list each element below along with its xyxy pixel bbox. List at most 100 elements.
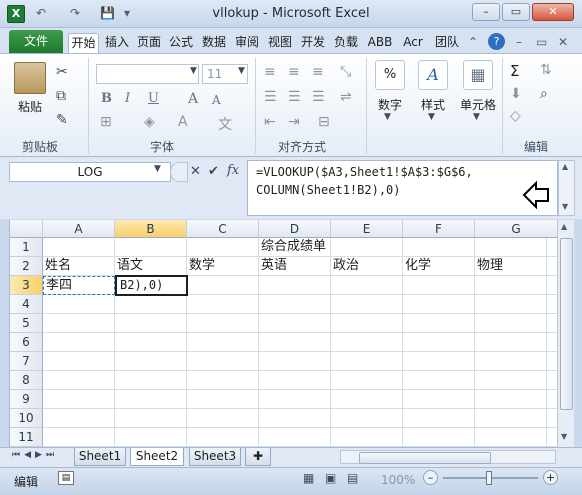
restore-button[interactable]: ▭ [502, 3, 530, 21]
scroll-thumb[interactable] [560, 238, 573, 410]
column-header-a[interactable]: A [43, 220, 115, 238]
cell-a2[interactable]: 姓名 [43, 257, 115, 276]
clear-icon[interactable]: ◇ [510, 108, 521, 124]
column-header-f[interactable]: F [403, 220, 475, 238]
scroll-up-icon[interactable]: ▲ [561, 222, 567, 231]
chevron-down-icon[interactable]: ▼ [473, 112, 480, 122]
sheet-nav-icon[interactable]: ⏮◀▶⏭ [12, 450, 58, 460]
sheet-tab-3[interactable]: Sheet3 [189, 448, 241, 466]
column-header-e[interactable]: E [331, 220, 403, 238]
cell-c2[interactable]: 数学 [187, 257, 259, 276]
zoom-in-button[interactable]: + [543, 470, 558, 485]
column-header-g[interactable]: G [475, 220, 557, 238]
increase-indent-icon[interactable]: ⇥ [288, 114, 300, 130]
doc-close-icon[interactable]: ✕ [558, 35, 568, 49]
phonetic-icon[interactable]: 文 [218, 114, 232, 134]
tab-data[interactable]: 数据 [199, 33, 229, 53]
sort-filter-icon[interactable]: ⇅ [540, 62, 552, 78]
cell-b2[interactable]: 语文 [115, 257, 187, 276]
copy-icon[interactable]: ⧉ [56, 88, 66, 104]
chevron-down-icon[interactable]: ▼ [238, 66, 245, 76]
cut-icon[interactable]: ✂ [56, 64, 68, 80]
help-icon[interactable]: ? [488, 33, 505, 50]
row-header-6[interactable]: 6 [10, 333, 43, 352]
align-center-icon[interactable]: ☰ [288, 89, 301, 105]
row-header-2[interactable]: 2 [10, 257, 43, 276]
shrink-font-icon[interactable]: A [212, 93, 221, 107]
tab-insert[interactable]: 插入 [102, 33, 132, 53]
tab-load[interactable]: 负载 [331, 33, 361, 53]
italic-icon[interactable]: I [125, 91, 130, 106]
merge-center-icon[interactable]: ⊟ [318, 114, 330, 130]
font-name-combo[interactable] [96, 64, 199, 84]
tab-view[interactable]: 视图 [265, 33, 295, 53]
styles-button[interactable]: 样式 [414, 96, 452, 113]
row-header-8[interactable]: 8 [10, 371, 43, 390]
cell-d2[interactable]: 英语 [259, 257, 331, 276]
underline-icon[interactable]: U [148, 91, 159, 106]
vertical-scrollbar[interactable]: ▲ ▼ [557, 220, 574, 447]
scroll-down-icon[interactable]: ▼ [561, 432, 567, 441]
page-break-view-icon[interactable]: ▤ [347, 471, 358, 485]
align-bottom-icon[interactable]: ≡ [312, 64, 324, 80]
align-middle-icon[interactable]: ≡ [288, 64, 300, 80]
number-button[interactable]: 数字 [372, 96, 408, 113]
minimize-button[interactable]: – [472, 3, 500, 21]
chevron-down-icon[interactable]: ▼ [428, 112, 435, 122]
chevron-down-icon[interactable]: ▼ [384, 112, 391, 122]
tab-acrobat[interactable]: Acr [398, 33, 428, 53]
horizontal-scrollbar[interactable] [340, 450, 556, 464]
worksheet-grid[interactable]: A B C D E F G 1 2 3 4 5 6 7 8 9 10 11 12… [9, 220, 557, 447]
undo-icon[interactable]: ↶ [36, 6, 46, 20]
macro-record-icon[interactable]: ▤ [58, 471, 74, 485]
zoom-level[interactable]: 100% [381, 473, 415, 487]
cell-a3[interactable]: 李四 [43, 276, 115, 295]
tab-formulas[interactable]: 公式 [166, 33, 196, 53]
scroll-down-icon[interactable]: ▼ [562, 202, 568, 211]
cell-d1-title[interactable]: 综合成绩单 [259, 238, 331, 257]
find-select-icon[interactable]: ⌕ [540, 86, 548, 102]
tab-abb[interactable]: ABB [364, 33, 396, 53]
formula-input[interactable]: =VLOOKUP($A3,Sheet1!$A$3:$G$6, COLUMN(Sh… [247, 160, 558, 216]
tab-file[interactable]: 文件 [9, 30, 63, 53]
close-button[interactable]: ✕ [532, 3, 574, 21]
tab-team[interactable]: 团队 [432, 33, 462, 53]
wrap-text-icon[interactable]: ⇌ [340, 89, 352, 105]
ribbon-collapse-icon[interactable]: ⌃ [468, 35, 478, 49]
row-header-3[interactable]: 3 [10, 276, 43, 295]
insert-function-icon[interactable]: fx [227, 163, 239, 178]
tab-review[interactable]: 审阅 [232, 33, 262, 53]
zoom-slider-thumb[interactable] [486, 471, 492, 485]
row-header-11[interactable]: 11 [10, 428, 43, 447]
row-header-4[interactable]: 4 [10, 295, 43, 314]
fill-icon[interactable]: ⬇ [510, 86, 522, 102]
sheet-tab-2[interactable]: Sheet2 [130, 448, 184, 466]
hscroll-thumb[interactable] [359, 452, 491, 464]
paste-button[interactable]: 粘贴 [12, 98, 48, 115]
row-header-9[interactable]: 9 [10, 390, 43, 409]
row-header-5[interactable]: 5 [10, 314, 43, 333]
cell-e2[interactable]: 政治 [331, 257, 403, 276]
cell-g2[interactable]: 物理 [475, 257, 547, 276]
tab-developer[interactable]: 开发 [298, 33, 328, 53]
customize-quick-access-icon[interactable]: ▾ [124, 6, 130, 20]
row-header-1[interactable]: 1 [10, 238, 43, 257]
column-header-c[interactable]: C [187, 220, 259, 238]
formula-bar-handle[interactable] [170, 162, 188, 182]
row-header-10[interactable]: 10 [10, 409, 43, 428]
sheet-tab-1[interactable]: Sheet1 [74, 448, 126, 466]
fill-color-icon[interactable]: ◈ [144, 114, 155, 130]
excel-logo-icon[interactable]: X [7, 5, 25, 23]
font-color-icon[interactable]: A [178, 114, 188, 130]
tab-page-layout[interactable]: 页面 [134, 33, 164, 53]
column-header-b[interactable]: B [115, 220, 187, 238]
cancel-icon[interactable]: ✕ [190, 164, 201, 179]
cell-b3-editing[interactable]: B2),0) [115, 275, 188, 296]
name-box[interactable]: LOG [9, 162, 171, 182]
format-painter-icon[interactable]: ✎ [56, 112, 68, 128]
border-icon[interactable]: ⊞ [100, 114, 112, 130]
autosum-icon[interactable]: Σ [510, 62, 519, 80]
page-layout-view-icon[interactable]: ▣ [325, 471, 336, 485]
align-right-icon[interactable]: ☰ [312, 89, 325, 105]
save-icon[interactable]: 💾 [100, 6, 115, 20]
